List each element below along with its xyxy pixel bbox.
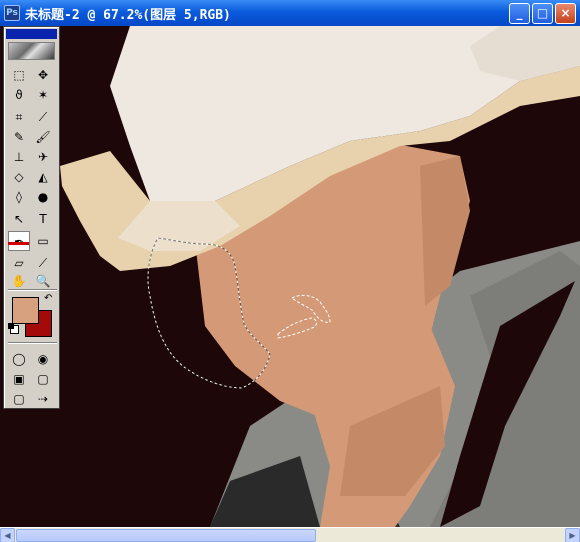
screen-mode-3-button-icon: ▢	[13, 392, 25, 406]
dodge-tool[interactable]: ●	[32, 187, 54, 207]
clone-stamp-tool[interactable]: ⊥	[8, 147, 30, 167]
minimize-button[interactable]: _	[509, 3, 530, 24]
toolbox-panel[interactable]: ⬚ ✥ ϑ ✶ ⌗ ⟋ ✎ 🖌 ⊥ ✈ ◇ ◭ ◊ ● ↖ T ✒ ▭ ▱ ⟋ ✋ 🔍 ◯ ◉ ▣ ▢ ▢ ⇢ ↶	[3, 26, 60, 409]
window-controls: _ □ ×	[509, 3, 576, 24]
healing-brush-tool[interactable]: ✎	[8, 127, 30, 147]
magic-wand-tool-icon: ✶	[37, 88, 49, 102]
type-tool[interactable]: T	[32, 209, 54, 229]
toolbox-divider	[8, 342, 57, 344]
zoom-tool[interactable]: 🔍	[32, 271, 54, 291]
jump-to-imageready-button-icon: ⇢	[37, 392, 49, 406]
close-button[interactable]: ×	[555, 3, 576, 24]
standard-mode-button-icon: ◯	[12, 352, 26, 366]
pen-tool[interactable]: ✒	[8, 231, 30, 251]
standard-mode-button[interactable]: ◯	[8, 349, 30, 369]
zoom-tool-icon: 🔍	[35, 274, 51, 288]
lasso-tool-icon: ϑ	[15, 88, 23, 102]
screen-mode-1-button[interactable]: ▣	[8, 369, 30, 389]
healing-brush-tool-icon: ✎	[13, 130, 25, 144]
history-brush-tool-icon: ✈	[37, 150, 49, 164]
default-colors-icon[interactable]	[8, 323, 19, 334]
title-bar[interactable]: Ps 未标题-2 @ 67.2%(图层 5,RGB) _ □ ×	[0, 0, 580, 26]
crop-tool-icon: ⌗	[15, 110, 23, 124]
toolbox-title-bar[interactable]	[6, 29, 57, 39]
hand-tool-icon: ✋	[11, 274, 27, 288]
paint-bucket-tool-icon: ◭	[38, 170, 48, 184]
marquee-tool[interactable]: ⬚	[8, 65, 30, 85]
rectangle-tool-icon: ▭	[37, 234, 49, 248]
photoshop-icon: Ps	[4, 5, 20, 21]
path-selection-tool[interactable]: ↖	[8, 209, 30, 229]
path-selection-tool-icon: ↖	[13, 212, 25, 226]
screen-mode-2-button[interactable]: ▢	[32, 369, 54, 389]
dodge-tool-icon: ●	[37, 190, 49, 204]
foreground-color-swatch[interactable]	[12, 297, 39, 324]
screen-mode-2-button-icon: ▢	[37, 372, 49, 386]
swap-colors-icon[interactable]: ↶	[44, 293, 52, 304]
document-canvas[interactable]	[0, 26, 580, 527]
eraser-tool[interactable]: ◇	[8, 167, 30, 187]
blur-tool-icon: ◊	[16, 190, 22, 204]
maximize-button[interactable]: □	[532, 3, 553, 24]
slice-tool[interactable]: ⟋	[32, 107, 54, 127]
blur-tool[interactable]: ◊	[8, 187, 30, 207]
scroll-right-arrow-icon[interactable]: ▶	[565, 528, 580, 542]
eyedropper-tool[interactable]: ⟋	[32, 253, 54, 273]
scrollbar-thumb[interactable]	[16, 529, 316, 542]
crop-tool[interactable]: ⌗	[8, 107, 30, 127]
paint-bucket-tool[interactable]: ◭	[32, 167, 54, 187]
marquee-tool-icon: ⬚	[13, 68, 25, 82]
move-tool-icon: ✥	[37, 68, 49, 82]
window-title: 未标题-2 @ 67.2%(图层 5,RGB)	[25, 7, 231, 23]
notes-tool-icon: ▱	[14, 256, 24, 270]
active-tool-indicator	[8, 242, 29, 245]
type-tool-icon: T	[39, 212, 47, 226]
quickmask-mode-button-icon: ◉	[37, 352, 49, 366]
rectangle-tool[interactable]: ▭	[32, 231, 54, 251]
eraser-tool-icon: ◇	[14, 170, 24, 184]
brush-tool-icon: 🖌	[35, 130, 51, 144]
slice-tool-icon: ⟋	[38, 110, 48, 124]
quickmask-mode-button[interactable]: ◉	[32, 349, 54, 369]
toolbox-divider	[8, 289, 57, 291]
screen-mode-3-button[interactable]: ▢	[8, 389, 30, 409]
brush-tool[interactable]: 🖌	[32, 127, 54, 147]
horizontal-scrollbar[interactable]: ◀ ▶	[0, 527, 580, 542]
illustration	[0, 26, 580, 527]
magic-wand-tool[interactable]: ✶	[32, 85, 54, 105]
clone-stamp-tool-icon: ⊥	[13, 150, 25, 164]
screen-mode-1-button-icon: ▣	[13, 372, 25, 386]
hand-tool[interactable]: ✋	[8, 271, 30, 291]
eyedropper-tool-icon: ⟋	[38, 256, 48, 270]
jump-to-imageready-button[interactable]: ⇢	[32, 389, 54, 409]
eye-logo[interactable]	[8, 42, 55, 60]
scroll-left-arrow-icon[interactable]: ◀	[0, 528, 15, 542]
lasso-tool[interactable]: ϑ	[8, 85, 30, 105]
move-tool[interactable]: ✥	[32, 65, 54, 85]
history-brush-tool[interactable]: ✈	[32, 147, 54, 167]
notes-tool[interactable]: ▱	[8, 253, 30, 273]
